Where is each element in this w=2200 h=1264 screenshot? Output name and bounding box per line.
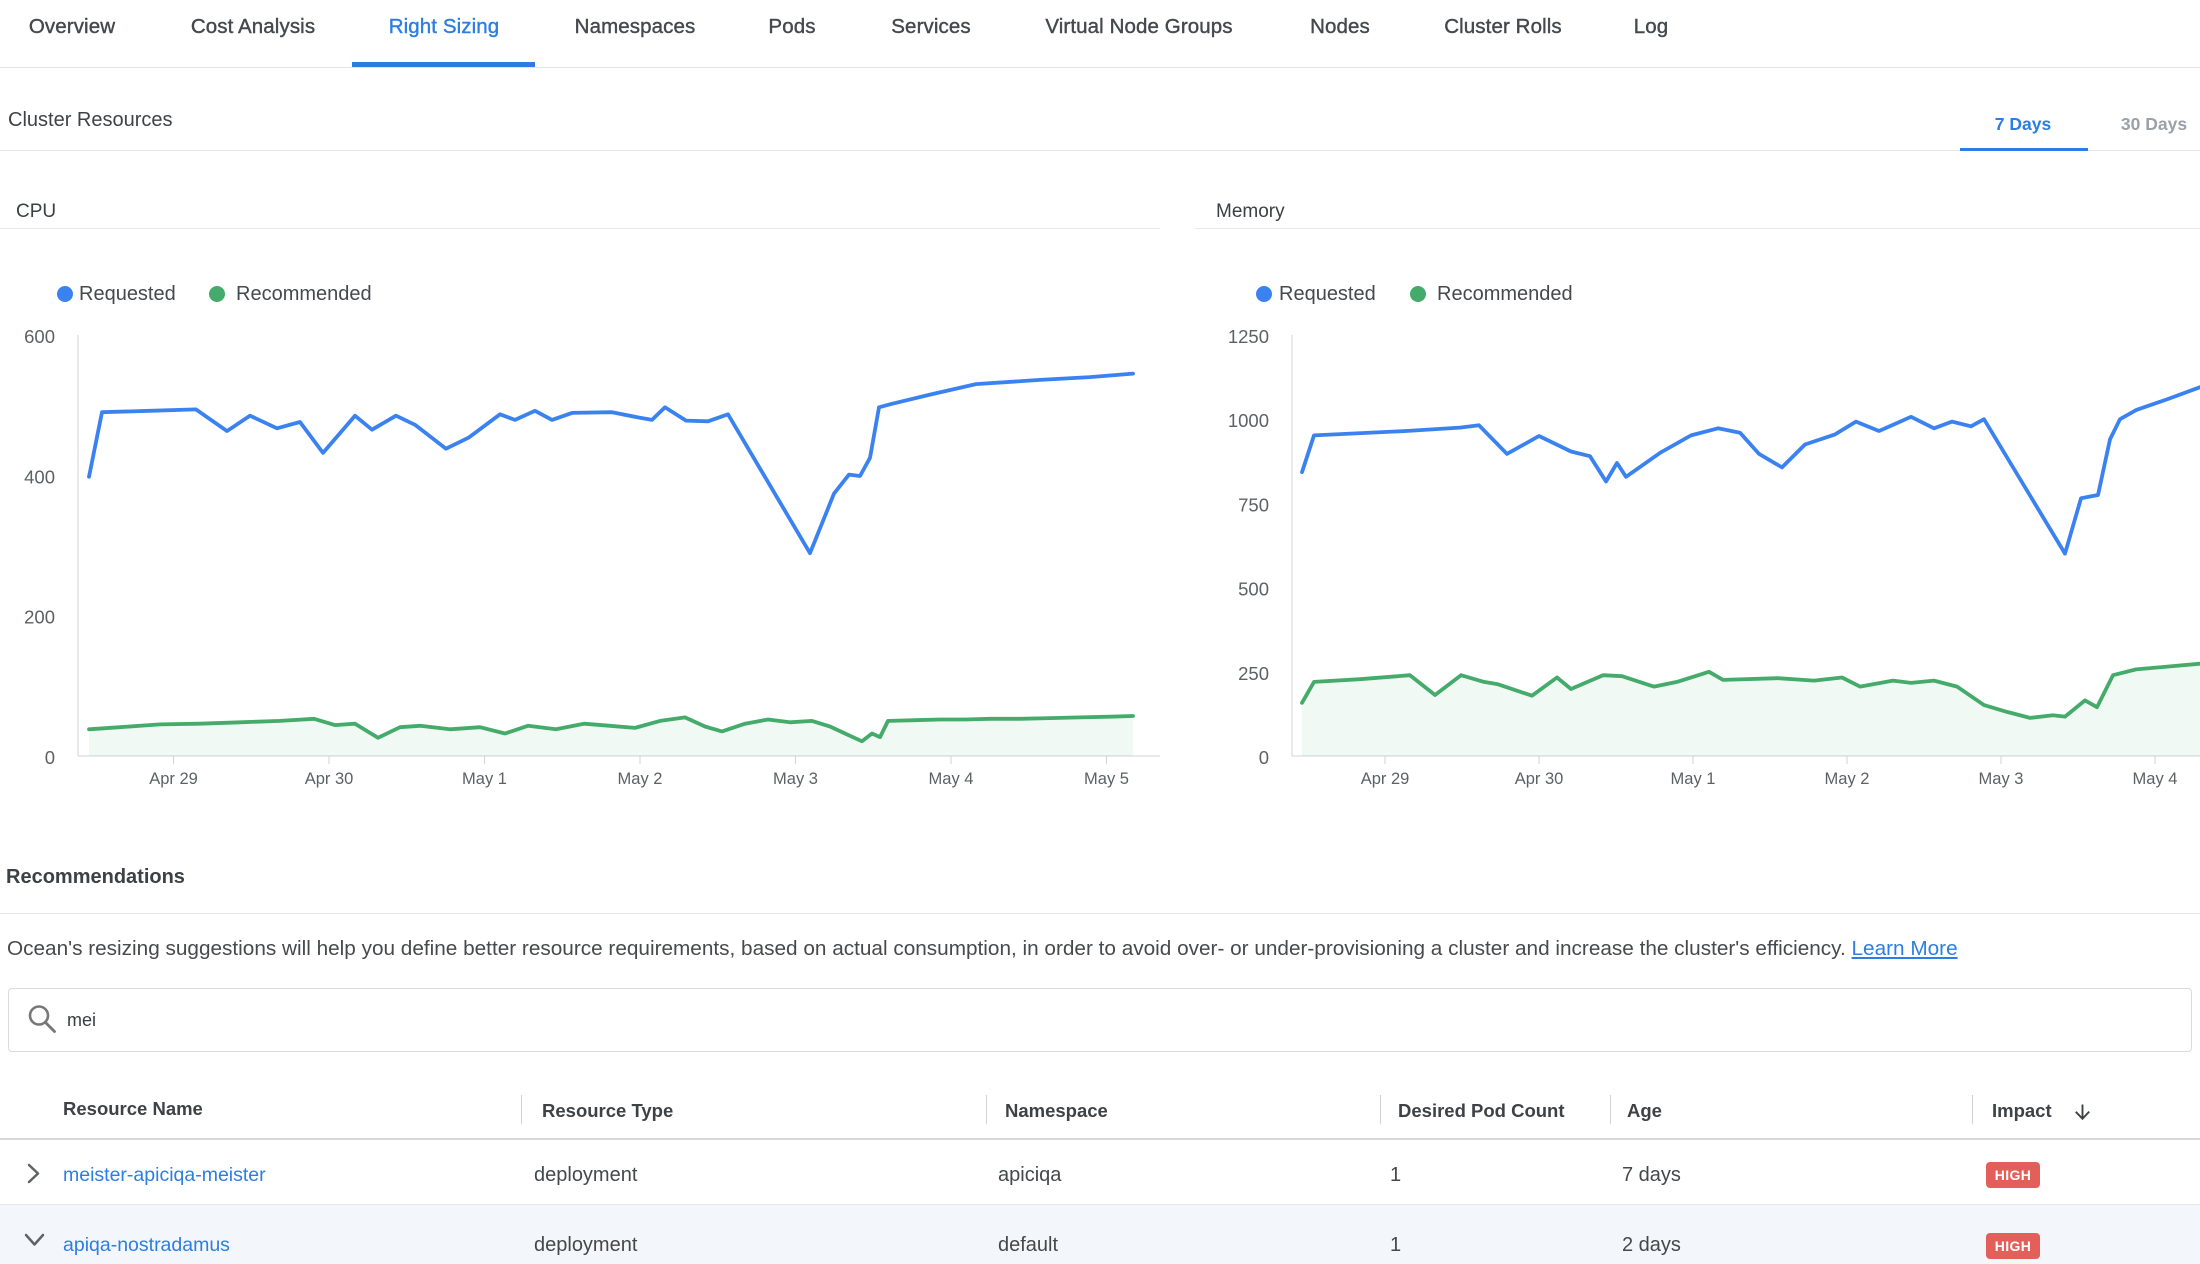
svg-text:1000: 1000 [1228, 410, 1269, 431]
svg-text:Apr 30: Apr 30 [305, 770, 354, 788]
svg-text:Apr 29: Apr 29 [1361, 770, 1410, 788]
svg-text:Apr 30: Apr 30 [1515, 770, 1564, 788]
svg-text:Apr 29: Apr 29 [149, 770, 198, 788]
svg-text:500: 500 [1238, 579, 1269, 600]
svg-text:May 2: May 2 [1825, 770, 1870, 788]
svg-text:200: 200 [24, 607, 55, 628]
svg-text:600: 600 [24, 326, 55, 347]
svg-text:May 1: May 1 [462, 770, 507, 788]
svg-text:250: 250 [1238, 663, 1269, 684]
svg-text:400: 400 [24, 466, 55, 487]
svg-text:May 2: May 2 [618, 770, 663, 788]
svg-text:May 3: May 3 [773, 770, 818, 788]
svg-text:May 3: May 3 [1979, 770, 2024, 788]
svg-text:0: 0 [45, 747, 55, 768]
svg-text:May 5: May 5 [1084, 770, 1129, 788]
svg-text:May 1: May 1 [1671, 770, 1716, 788]
svg-text:1250: 1250 [1228, 326, 1269, 347]
svg-text:May 4: May 4 [929, 770, 974, 788]
svg-text:750: 750 [1238, 494, 1269, 515]
svg-text:0: 0 [1259, 747, 1269, 768]
svg-text:May 4: May 4 [2133, 770, 2178, 788]
